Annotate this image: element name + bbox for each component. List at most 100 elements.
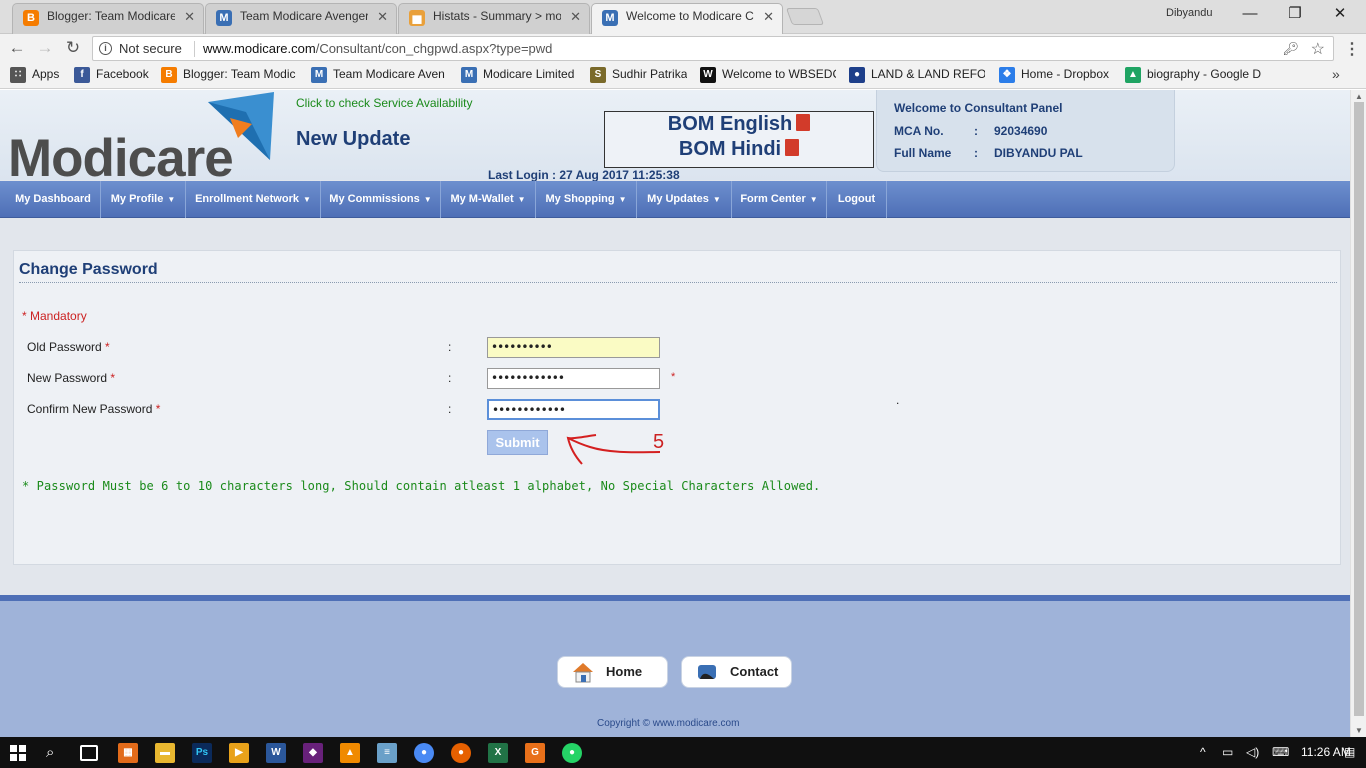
confirm-password-field[interactable]: •••••••••••• <box>487 399 660 420</box>
bookmark-team-modicare[interactable]: M Team Modicare Aven <box>311 67 447 83</box>
security-status[interactable]: Not secure <box>119 41 182 56</box>
minimize-button[interactable]: — <box>1230 3 1270 25</box>
nav-my-dashboard[interactable]: My Dashboard <box>6 181 101 218</box>
page-scrollbar[interactable]: ▲ ▼ <box>1350 90 1366 737</box>
bookmark-dropbox[interactable]: ❖ Home - Dropbox <box>999 67 1109 83</box>
close-window-button[interactable]: ✕ <box>1320 3 1360 25</box>
scrollbar-thumb[interactable] <box>1354 102 1364 716</box>
whatsapp-icon[interactable]: ● <box>562 743 582 763</box>
chevron-down-icon: ▼ <box>712 195 721 204</box>
nav-my-m-wallet[interactable]: My M-Wallet ▼ <box>441 181 536 218</box>
chrome-icon[interactable]: ● <box>414 743 434 763</box>
bookmark-label: Blogger: Team Modic <box>183 67 296 82</box>
new-password-field[interactable]: •••••••••••• <box>487 368 660 389</box>
service-availability-link[interactable]: Click to check Service Availability <box>296 96 473 110</box>
pdf-icon <box>796 114 811 131</box>
kebab-menu-icon[interactable]: ⋮ <box>1344 39 1360 59</box>
required-mark: * <box>155 402 161 416</box>
info-icon[interactable]: i <box>99 42 112 55</box>
restore-button[interactable]: ❐ <box>1275 3 1315 25</box>
bookmark-google-drive[interactable]: ▲ biography - Google D <box>1125 67 1261 83</box>
nav-my-shopping[interactable]: My Shopping ▼ <box>536 181 637 218</box>
app-icon-g[interactable]: G <box>525 743 545 763</box>
bookmark-sudhir-patrika[interactable]: S Sudhir Patrika <box>590 67 687 83</box>
scroll-down-icon[interactable]: ▼ <box>1355 726 1363 735</box>
contact-button[interactable]: Contact <box>681 656 792 688</box>
land-icon: ● <box>849 67 865 83</box>
nav-my-commissions[interactable]: My Commissions ▼ <box>321 181 441 218</box>
logo[interactable]: Modicare <box>8 128 234 189</box>
forward-button[interactable]: → <box>34 37 56 59</box>
star-icon[interactable]: ☆ <box>1311 39 1325 59</box>
home-label: Home <box>606 664 643 679</box>
bookmark-modicare-limited[interactable]: M Modicare Limited <box>461 67 574 83</box>
reload-button[interactable]: ↻ <box>62 37 84 59</box>
home-button[interactable]: Home <box>557 656 668 688</box>
wbsedc-icon: W <box>700 67 716 83</box>
keyboard-icon[interactable]: ⌨︎ <box>1272 745 1289 759</box>
submit-button[interactable]: Submit <box>487 430 548 455</box>
bookmark-land[interactable]: ● LAND & LAND REFO <box>849 67 985 83</box>
bookmark-facebook[interactable]: f Facebook <box>74 67 149 83</box>
task-view-icon[interactable] <box>80 745 98 761</box>
close-icon[interactable]: ✕ <box>377 4 388 29</box>
photoshop-icon[interactable]: Ps <box>192 743 212 763</box>
site-header: Modicare Click to check Service Availabi… <box>0 90 1350 188</box>
excel-icon[interactable]: X <box>488 743 508 763</box>
copyright[interactable]: Copyright © www.modicare.com <box>597 718 739 729</box>
nav-enrollment-network[interactable]: Enrollment Network ▼ <box>186 181 321 218</box>
browser-tab-active[interactable]: M Welcome to Modicare Co ✕ <box>591 3 783 35</box>
address-bar[interactable]: i Not secure www.modicare.com/Consultant… <box>92 36 1334 61</box>
close-icon[interactable]: ✕ <box>763 4 774 29</box>
new-tab-button[interactable] <box>785 8 825 25</box>
file-explorer-icon[interactable]: ▬ <box>155 743 175 763</box>
volume-icon[interactable]: ◁) <box>1246 745 1259 759</box>
nav-logout[interactable]: Logout <box>827 181 887 218</box>
old-password-field[interactable]: •••••••••• <box>487 337 660 358</box>
new-update-link[interactable]: New Update <box>296 128 410 151</box>
nav-my-updates[interactable]: My Updates ▼ <box>637 181 732 218</box>
bookmark-blogger[interactable]: B Blogger: Team Modic <box>161 67 297 83</box>
notifications-icon[interactable]: ▤ <box>1344 745 1355 759</box>
vlc-icon[interactable]: ▲ <box>340 743 360 763</box>
field-label-text: Old Password <box>27 340 102 354</box>
full-name-value: DIBYANDU PAL <box>994 146 1083 160</box>
bookmark-label: Home - Dropbox <box>1021 67 1110 82</box>
firefox-icon[interactable]: ● <box>451 743 471 763</box>
bom-hindi-link[interactable]: BOM Hindi <box>605 137 873 162</box>
colon: : <box>448 402 452 416</box>
key-icon[interactable]: 🔑︎ <box>1282 41 1299 57</box>
last-login: Last Login : 27 Aug 2017 11:25:38 <box>488 168 680 182</box>
nav-form-center[interactable]: Form Center ▼ <box>732 181 827 218</box>
profile-name[interactable]: Dibyandu <box>1166 7 1212 19</box>
windows-start-icon[interactable] <box>10 745 26 761</box>
bookmark-apps[interactable]: ∷ Apps <box>10 67 59 83</box>
more-bookmarks-icon[interactable]: » <box>1332 66 1340 82</box>
chevron-up-icon[interactable]: ^ <box>1200 745 1206 759</box>
apps-icon: ∷ <box>10 67 26 83</box>
scroll-up-icon[interactable]: ▲ <box>1355 92 1363 101</box>
nav-label: My Updates <box>647 193 709 205</box>
bookmark-label: Sudhir Patrika <box>612 67 688 82</box>
media-player-icon[interactable]: ▶ <box>229 743 249 763</box>
nav-label: My Profile <box>110 193 164 205</box>
url-text[interactable]: www.modicare.com/Consultant/con_chgpwd.a… <box>203 41 552 56</box>
browser-tab[interactable]: ▅ Histats - Summary > mo ✕ <box>398 3 590 34</box>
blogger-icon: B <box>23 10 39 26</box>
word-icon[interactable]: W <box>266 743 286 763</box>
visual-studio-icon[interactable]: ◆ <box>303 743 323 763</box>
network-icon[interactable]: ▭ <box>1222 745 1233 759</box>
search-icon[interactable]: ⌕ <box>46 744 54 761</box>
close-icon[interactable]: ✕ <box>570 4 581 29</box>
back-button[interactable]: ← <box>6 37 28 59</box>
notepad-icon[interactable]: ≡ <box>377 743 397 763</box>
old-password-label: Old Password * <box>27 340 110 354</box>
close-icon[interactable]: ✕ <box>184 4 195 29</box>
app-icon-1[interactable]: ▦ <box>118 743 138 763</box>
bom-english-link[interactable]: BOM English <box>605 112 873 137</box>
bookmark-wbsedc[interactable]: W Welcome to WBSEDC <box>700 67 836 83</box>
nav-label: Logout <box>837 193 876 205</box>
browser-tab[interactable]: M Team Modicare Avengers ✕ <box>205 3 397 34</box>
nav-my-profile[interactable]: My Profile ▼ <box>101 181 186 218</box>
browser-tab[interactable]: B Blogger: Team Modicare ✕ <box>12 3 204 34</box>
